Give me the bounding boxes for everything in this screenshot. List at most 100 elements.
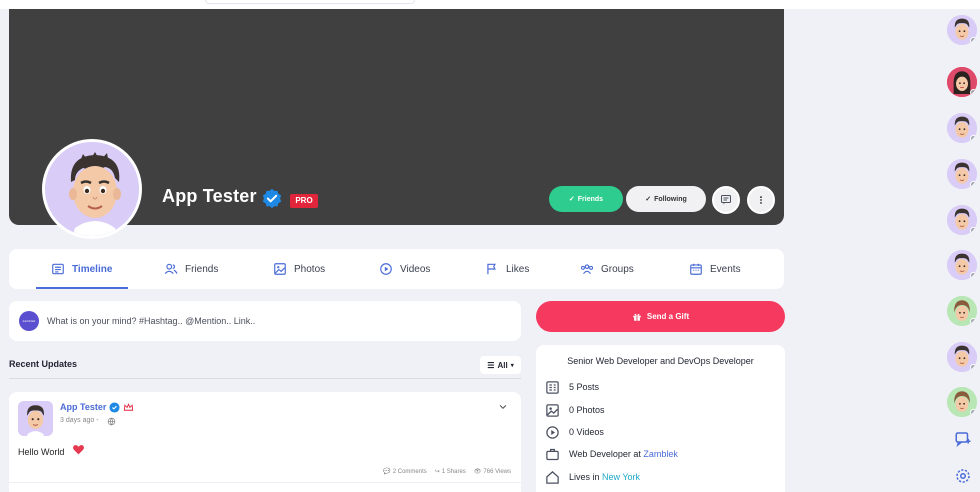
contact-avatar[interactable]	[947, 67, 977, 97]
profile-avatar[interactable]	[42, 139, 142, 239]
chevron-down-icon[interactable]	[498, 402, 508, 412]
tab-friends[interactable]: Friends	[164, 249, 218, 289]
active-tab-indicator	[36, 287, 128, 289]
contact-avatar[interactable]	[947, 205, 977, 235]
offline-status-dot	[970, 364, 977, 371]
tab-likes[interactable]: Likes	[485, 249, 529, 289]
offline-status-dot	[970, 37, 977, 44]
tab-timeline[interactable]: Timeline	[51, 249, 112, 289]
offline-status-dot	[970, 89, 977, 96]
feed-filter-dropdown[interactable]: ☰ All ▾	[480, 356, 521, 374]
message-button[interactable]	[712, 186, 740, 214]
flag-icon	[487, 263, 496, 275]
contacts-rail	[933, 9, 980, 492]
post-author-avatar[interactable]	[18, 401, 53, 436]
filter-label: All	[497, 360, 508, 370]
about-work: Web Developer at Zamblek	[545, 446, 678, 462]
contact-avatar[interactable]	[947, 342, 977, 372]
comment-icon: 💬	[383, 469, 391, 475]
tab-label: Videos	[400, 263, 431, 275]
more-options-button[interactable]	[747, 186, 775, 214]
top-bar	[0, 0, 980, 9]
about-posts: 5 Posts	[545, 379, 599, 395]
globe-icon	[107, 417, 116, 426]
pro-badge: PRO	[290, 194, 318, 208]
city-link[interactable]: New York	[602, 472, 640, 482]
profile-name: App Tester	[162, 186, 257, 206]
about-card: Senior Web Developer and DevOps Develope…	[536, 345, 785, 492]
following-button[interactable]: ✓ Following	[626, 186, 706, 212]
post-divider	[9, 482, 521, 483]
share-icon: ↪	[434, 469, 440, 475]
post-author-name[interactable]: App Tester	[60, 402, 106, 412]
tab-label: Likes	[506, 263, 530, 275]
tab-videos[interactable]: Videos	[379, 249, 430, 289]
search-box-edge[interactable]	[205, 0, 415, 4]
verified-badge-icon	[109, 402, 120, 413]
offline-status-dot	[970, 227, 977, 234]
photos-icon	[546, 403, 559, 417]
list-icon: ☰	[487, 360, 495, 370]
profile-headline: Senior Web Developer and DevOps Develope…	[567, 356, 754, 366]
comments-count[interactable]: 💬 2 Comments	[383, 468, 427, 476]
check-icon: ✓	[568, 196, 575, 203]
offline-status-dot	[970, 409, 977, 416]
lives-in-label: Lives in	[569, 472, 600, 482]
home-icon	[546, 470, 559, 484]
calendar-icon	[690, 263, 702, 275]
contact-avatar[interactable]	[947, 296, 977, 326]
send-gift-button[interactable]: Send a Gift	[536, 301, 785, 332]
tab-label: Groups	[601, 263, 634, 275]
views-count: 👁 766 Views	[473, 468, 511, 476]
tab-groups[interactable]: Groups	[580, 249, 634, 289]
views-label: 766 Views	[483, 468, 511, 475]
more-vertical-icon	[760, 196, 762, 204]
work-company-link[interactable]: Zamblek	[643, 449, 678, 459]
about-photos: 0 Photos	[545, 402, 605, 418]
about-videos: 0 Videos	[545, 424, 604, 440]
briefcase-icon	[546, 448, 559, 460]
check-icon: ✓	[645, 196, 652, 203]
tab-label: Events	[710, 263, 741, 275]
videos-icon	[546, 425, 559, 439]
photos-icon	[274, 263, 286, 275]
composer-input[interactable]	[47, 313, 507, 329]
contact-avatar[interactable]	[947, 250, 977, 280]
message-icon	[721, 195, 731, 205]
contact-avatar[interactable]	[947, 15, 977, 45]
composer-avatar: zamblek	[19, 311, 39, 331]
post-composer: zamblek	[9, 301, 521, 341]
following-button-label: Following	[654, 195, 687, 203]
post-stats: 💬 2 Comments ↪ 1 Shares 👁 766 Views	[383, 468, 511, 476]
gift-icon	[633, 313, 641, 321]
friends-button[interactable]: ✓ Friends	[549, 186, 623, 212]
tab-events[interactable]: Events	[689, 249, 741, 289]
shares-count[interactable]: ↪ 1 Shares	[434, 468, 466, 476]
photos-count: 0 Photos	[569, 405, 605, 415]
contact-avatar[interactable]	[947, 387, 977, 417]
gear-icon[interactable]	[954, 467, 972, 485]
about-location: Lives in New York	[545, 469, 640, 485]
work-title: Web Developer at	[569, 449, 641, 459]
offline-status-dot	[970, 318, 977, 325]
caret-down-icon: ▾	[510, 362, 514, 369]
offline-status-dot	[970, 272, 977, 279]
videos-icon	[380, 263, 392, 275]
verified-badge-icon	[262, 188, 282, 209]
shares-label: 1 Shares	[441, 468, 466, 475]
tab-photos[interactable]: Photos	[273, 249, 325, 289]
eye-icon: 👁	[473, 469, 482, 475]
tab-label: Friends	[185, 263, 219, 275]
posts-count: 5 Posts	[569, 382, 600, 392]
offline-status-dot	[970, 181, 977, 188]
new-chat-icon[interactable]	[954, 430, 972, 448]
groups-icon	[580, 264, 594, 275]
videos-count: 0 Videos	[569, 427, 604, 437]
contact-avatar[interactable]	[947, 113, 977, 143]
recent-updates-title: Recent Updates	[9, 359, 78, 369]
crown-icon	[123, 403, 134, 411]
contact-avatar[interactable]	[947, 159, 977, 189]
feed-divider	[9, 378, 521, 379]
friends-button-label: Friends	[577, 195, 604, 203]
post-time: 3 days ago -	[60, 417, 99, 424]
